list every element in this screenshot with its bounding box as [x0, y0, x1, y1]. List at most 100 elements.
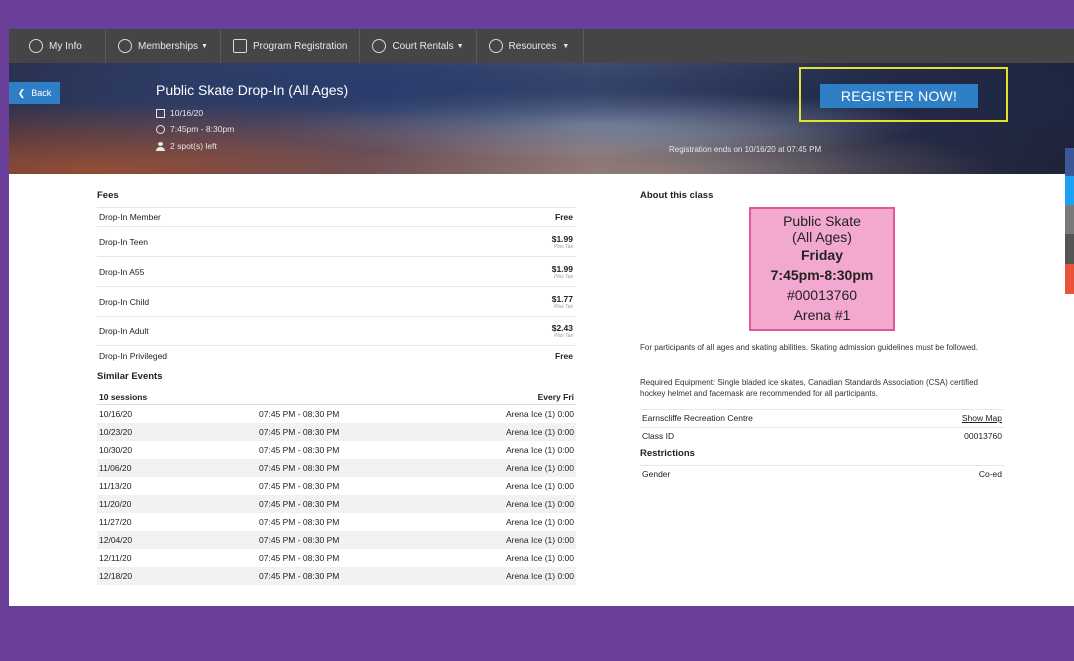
twitter-share-tab[interactable] [1065, 176, 1074, 205]
chevron-left-icon: ❮ [17, 87, 26, 98]
fee-amount: Free [555, 212, 573, 222]
session-date: 12/11/20 [99, 553, 132, 563]
session-row: 11/27/20 07:45 PM - 08:30 PM Arena Ice (1)… [97, 513, 576, 531]
more-share-tab[interactable] [1065, 264, 1074, 294]
fee-price: $1.99 Plus Tax [552, 234, 573, 250]
session-date: 11/06/20 [99, 463, 132, 473]
show-map-link[interactable]: Show Map [962, 413, 1002, 427]
class-description: For participants of all ages and skating… [640, 343, 978, 352]
registration-ends-text: Registration ends on 10/16/20 at 07:45 P… [669, 145, 822, 154]
fee-name: Drop-In A55 [99, 266, 145, 277]
session-venue: Arena Ice (1) 0:00 [505, 571, 574, 581]
gender-value: Co-ed [978, 469, 1002, 479]
fee-amount: $1.99 [551, 233, 573, 244]
event-date-text: 10/16/20 [170, 108, 204, 118]
fee-tax-note: Plus Tax [554, 273, 573, 280]
back-button-label: Back [31, 88, 52, 98]
globe-icon [118, 39, 132, 53]
session-venue: Arena Ice (1) 0:00 [505, 499, 574, 509]
fee-row: Drop-In A55 $1.99 Plus Tax [97, 256, 576, 286]
checklist-icon [232, 39, 247, 53]
register-now-button[interactable]: REGISTER NOW! [820, 84, 978, 108]
nav-court-rentals-label: Court Rentals [392, 40, 454, 52]
event-time-text: 7:45pm - 8:30pm [170, 124, 235, 134]
session-venue: Arena Ice (1) 0:00 [505, 427, 574, 437]
session-date: 10/30/20 [99, 445, 133, 455]
session-venue: Arena Ice (1) 0:00 [505, 535, 574, 545]
event-hero: ❮ Back Public Skate Drop-In (All Ages) 1… [9, 63, 1074, 174]
class-id-label: Class ID [642, 431, 675, 441]
nav-program-registration[interactable]: Program Registration [221, 29, 361, 63]
similar-events-rows: 10/16/20 07:45 PM - 08:30 PM Arena Ice (1)… [97, 405, 576, 585]
fee-name: Drop-In Adult [99, 326, 149, 336]
session-venue: Arena Ice (1) 0:00 [505, 445, 574, 455]
globe-icon [372, 39, 387, 53]
chevron-down-icon: ▼ [456, 42, 464, 50]
fees-heading: Fees [97, 190, 119, 201]
session-time: 07:45 PM - 08:30 PM [259, 517, 340, 527]
poster-line: Arena #1 [793, 307, 851, 323]
fee-price: Free [555, 212, 573, 222]
session-row: 12/04/20 07:45 PM - 08:30 PM Arena Ice (1)… [97, 531, 576, 549]
email-share-tab[interactable] [1065, 205, 1074, 234]
fee-row: Drop-In Member Free [97, 207, 576, 226]
event-spots: 2 spot(s) left [156, 141, 217, 151]
fee-row: Drop-In Privileged Free [97, 345, 576, 366]
back-button[interactable]: ❮ Back [9, 82, 60, 104]
class-poster-image: Public Skate (All Ages) Friday 7:45pm-8:… [749, 207, 895, 331]
session-date: 12/04/20 [99, 535, 133, 545]
nav-my-info[interactable]: My Info [9, 29, 106, 63]
fee-amount: Free [555, 351, 573, 361]
fee-price: Free [555, 351, 573, 361]
nav-my-info-label: My Info [49, 40, 82, 52]
print-share-tab[interactable] [1065, 234, 1074, 264]
restrictions-heading: Restrictions [640, 448, 695, 459]
top-nav: My Info Memberships ▼ Program Registrati… [9, 29, 1074, 63]
sessions-count: 10 sessions [99, 392, 148, 402]
fee-tax-note: Plus Tax [554, 303, 573, 310]
session-date: 11/27/20 [99, 517, 132, 527]
session-time: 07:45 PM - 08:30 PM [259, 445, 340, 455]
person-icon [156, 141, 165, 151]
fee-name: Drop-In Privileged [99, 351, 168, 361]
poster-line: (All Ages) [792, 229, 852, 245]
location-name: Earnscliffe Recreation Centre [642, 413, 753, 423]
poster-line: Friday [800, 247, 843, 263]
event-date: 10/16/20 [156, 108, 203, 118]
session-row: 10/23/20 07:45 PM - 08:30 PM Arena Ice (1)… [97, 423, 576, 441]
nav-resources-label: Resources [508, 40, 557, 52]
facebook-share-tab[interactable] [1065, 148, 1074, 176]
globe-icon [488, 39, 503, 53]
session-date: 12/18/20 [99, 571, 133, 581]
fee-name: Drop-In Teen [99, 236, 148, 247]
required-equipment: Required Equipment: Single bladed ice sk… [640, 378, 978, 398]
nav-memberships[interactable]: Memberships ▼ [106, 29, 221, 63]
session-date: 10/16/20 [99, 409, 133, 419]
poster-line: Public Skate [783, 213, 861, 229]
fee-amount: $1.77 [551, 293, 573, 304]
session-row: 11/20/20 07:45 PM - 08:30 PM Arena Ice (1)… [97, 495, 576, 513]
event-spots-text: 2 spot(s) left [170, 141, 217, 151]
chevron-down-icon: ▼ [562, 42, 570, 50]
event-title: Public Skate Drop-In (All Ages) [156, 82, 349, 98]
fee-price: $2.43 Plus Tax [552, 323, 573, 339]
nav-program-registration-label: Program Registration [252, 40, 348, 52]
fee-row: Drop-In Adult $2.43 Plus Tax [97, 316, 576, 345]
similar-events-header: 10 sessions Every Fri [97, 390, 576, 405]
poster-line: 7:45pm-8:30pm [770, 267, 874, 283]
class-id-value: 00013760 [964, 431, 1002, 441]
session-time: 07:45 PM - 08:30 PM [259, 553, 340, 563]
session-time: 07:45 PM - 08:30 PM [259, 427, 340, 437]
session-row: 11/06/20 07:45 PM - 08:30 PM Arena Ice (1)… [97, 459, 576, 477]
session-date: 11/13/20 [99, 481, 132, 491]
fee-row: Drop-In Child $1.77 Plus Tax [97, 286, 576, 316]
calendar-icon [156, 108, 165, 118]
class-id-row: Class ID 00013760 [640, 427, 1004, 445]
gender-row: Gender Co-ed [640, 465, 1004, 483]
nav-court-rentals[interactable]: Court Rentals ▼ [360, 29, 477, 63]
fee-name: Drop-In Member [99, 212, 161, 222]
fee-price: $1.77 Plus Tax [552, 294, 573, 310]
session-venue: Arena Ice (1) 0:00 [505, 463, 574, 473]
fee-amount: $2.43 [551, 323, 573, 333]
nav-resources[interactable]: Resources ▼ [477, 29, 585, 63]
